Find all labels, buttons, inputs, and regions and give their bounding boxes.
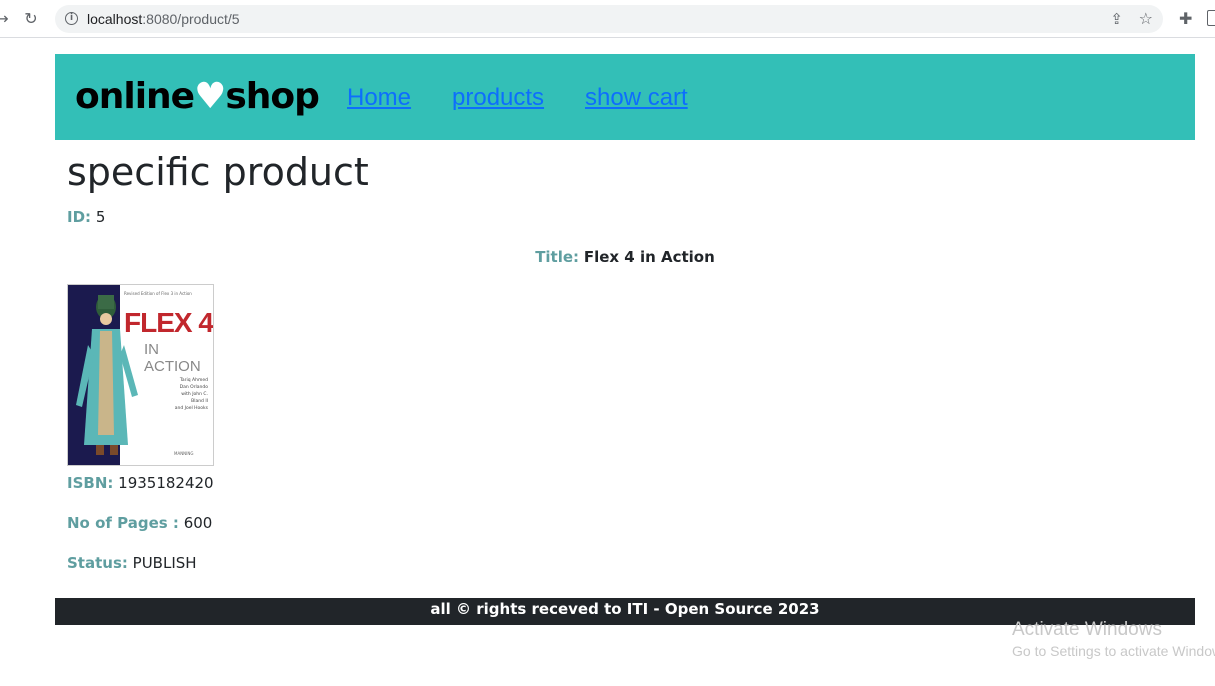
product-id: ID: 5 <box>67 208 106 226</box>
browser-toolbar: → ↻ i localhost:8080/product/5 ⇪ ☆ ✚ <box>0 0 1215 38</box>
product-pages: No of Pages : 600 <box>67 514 213 532</box>
activate-windows-watermark: Activate Windows <box>1012 619 1162 640</box>
bookmark-star-icon[interactable]: ☆ <box>1139 9 1153 28</box>
url-text[interactable]: localhost:8080/product/5 <box>87 11 240 27</box>
brand-logo[interactable]: online♥shop <box>75 76 320 117</box>
nav-link-products[interactable]: products <box>452 84 544 112</box>
activate-windows-hint: Go to Settings to activate Windows. <box>1012 643 1215 659</box>
product-cover-image: Revised Edition of Flex 3 in Action FLEX… <box>67 284 214 466</box>
heart-icon: ♥ <box>194 76 226 117</box>
product-status: Status: PUBLISH <box>67 554 197 572</box>
share-icon[interactable]: ⇪ <box>1110 10 1123 28</box>
reload-icon[interactable]: ↻ <box>21 9 41 29</box>
nav-link-home[interactable]: Home <box>347 84 411 112</box>
page-title: specific product <box>67 150 369 194</box>
side-panel-icon[interactable] <box>1207 10 1215 26</box>
product-title: Title: Flex 4 in Action <box>535 248 715 266</box>
extensions-puzzle-icon[interactable]: ✚ <box>1179 9 1192 28</box>
product-isbn: ISBN: 1935182420 <box>67 474 214 492</box>
forward-icon[interactable]: → <box>0 9 12 29</box>
address-bar[interactable]: i localhost:8080/product/5 ⇪ ☆ <box>55 5 1163 33</box>
nav-link-show-cart[interactable]: show cart <box>585 84 688 112</box>
info-icon[interactable]: i <box>65 12 78 25</box>
site-navbar: online♥shop Home products show cart <box>55 54 1195 140</box>
